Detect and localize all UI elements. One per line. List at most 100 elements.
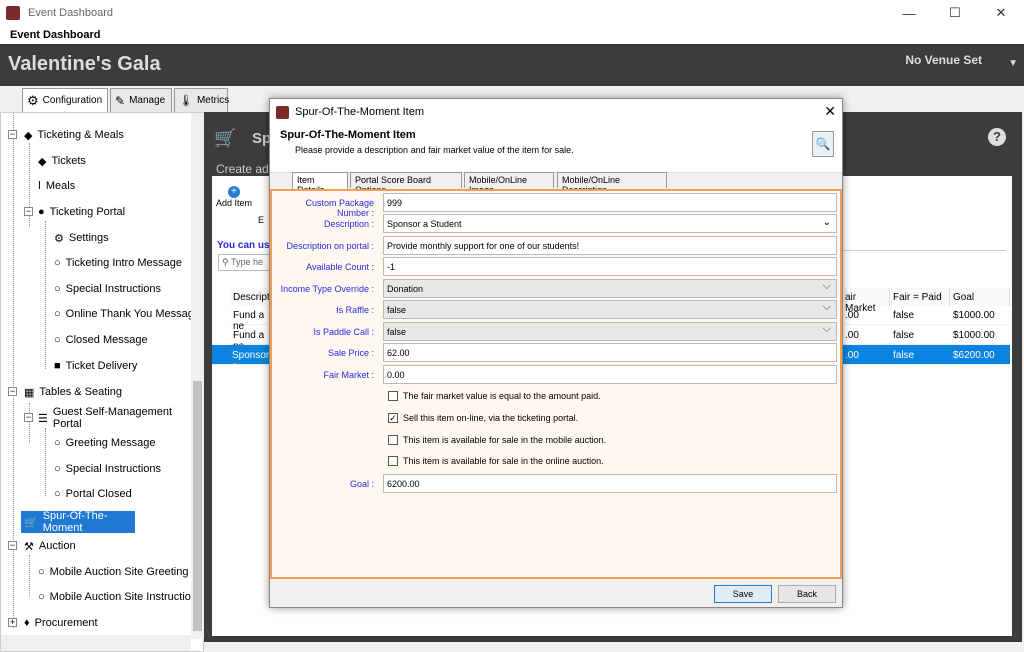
expand-auction[interactable]: − bbox=[8, 541, 17, 550]
goal-field[interactable]: 6200.00 bbox=[383, 474, 837, 493]
mobile-auction-checkbox[interactable]: This item is available for sale in the m… bbox=[388, 435, 606, 445]
venue-selector[interactable]: No Venue Set bbox=[905, 53, 982, 67]
back-button[interactable]: Back bbox=[778, 585, 836, 603]
maximize-button[interactable]: ☐ bbox=[932, 0, 978, 26]
fair-market-equal-checkbox[interactable]: The fair market value is equal to the am… bbox=[388, 391, 601, 401]
description-field[interactable]: Sponsor a Student ⌄ bbox=[383, 214, 837, 233]
tree-item-selected[interactable]: 🛒 Spur-Of-The-Moment bbox=[21, 510, 135, 534]
plus-icon: + bbox=[228, 186, 240, 198]
is-raffle-select[interactable]: false bbox=[383, 300, 837, 319]
venue-caret-icon[interactable]: ▼ bbox=[1008, 58, 1018, 69]
tree-item[interactable]: ○ Greeting Message bbox=[51, 434, 159, 452]
expand-guest-portal[interactable]: − bbox=[24, 413, 33, 422]
chevron-down-icon: ⌄ bbox=[822, 217, 831, 228]
income-type-select[interactable]: Donation bbox=[383, 279, 837, 298]
sale-price-field[interactable]: 62.00 bbox=[383, 343, 837, 362]
tree-item[interactable]: ♦ Procurement bbox=[21, 614, 101, 632]
tag-icon: ◆ bbox=[24, 129, 33, 142]
tab-metrics[interactable]: 🌡 Metrics bbox=[174, 88, 229, 112]
grid-cell: Fund a ne bbox=[230, 305, 270, 332]
main-subtitle: Create add bbox=[216, 162, 276, 176]
tree-item[interactable]: ○ Ticketing Intro Message bbox=[51, 254, 185, 272]
fair-market-field[interactable]: 0.00 bbox=[383, 365, 837, 384]
checkmark-icon[interactable]: ✓ bbox=[388, 413, 398, 423]
sidebar-horizontal-scrollbar[interactable] bbox=[1, 635, 191, 651]
tree-item[interactable]: ◆ Ticketing & Meals bbox=[21, 126, 127, 144]
tree-item[interactable]: ■ Ticket Delivery bbox=[51, 357, 140, 375]
tab-mobile-description[interactable]: Mobile/OnLine Description bbox=[557, 172, 667, 195]
tree-item-label: Closed Message bbox=[65, 334, 148, 346]
tree-item[interactable]: ● Ticketing Portal bbox=[35, 203, 128, 221]
event-header: Valentine's Gala No Venue Set ▼ bbox=[0, 44, 1024, 86]
expand-ticketing[interactable]: − bbox=[8, 130, 17, 139]
cart-plus-icon: 🛒 bbox=[214, 128, 237, 148]
gears-icon: ⚙ bbox=[27, 92, 39, 108]
item-details-form: Custom Package Number : 999 Description … bbox=[270, 189, 842, 579]
description-portal-field[interactable]: Provide monthly support for one of our s… bbox=[383, 236, 837, 255]
custom-package-label: Custom Package Number : bbox=[305, 198, 374, 218]
fair-market-label: Fair Market : bbox=[323, 370, 374, 380]
expand-procurement[interactable]: + bbox=[8, 618, 17, 627]
tab-item-details[interactable]: Item Details bbox=[292, 172, 348, 195]
grid-cell: $1000.00 bbox=[950, 325, 1010, 345]
tree-item[interactable]: ○ Mobile Auction Site Greeting bbox=[35, 563, 191, 581]
sidebar-scroll-thumb[interactable] bbox=[193, 381, 202, 631]
tab-portal-score-board[interactable]: Portal Score Board Options bbox=[350, 172, 462, 195]
tab-configuration[interactable]: ⚙ Configuration bbox=[22, 88, 108, 112]
tree-item[interactable]: ⚒ Auction bbox=[21, 537, 79, 555]
window-title: Event Dashboard bbox=[28, 7, 113, 19]
tree-item-label: Spur-Of-The-Moment bbox=[42, 510, 108, 534]
tree-item-label: Procurement bbox=[34, 617, 98, 629]
tree-item-label: Mobile Auction Site Instruction bbox=[49, 591, 198, 603]
checkbox-box[interactable] bbox=[388, 391, 398, 401]
tree-item-label: Ticketing & Meals bbox=[37, 129, 124, 141]
help-icon[interactable]: ? bbox=[988, 128, 1006, 146]
tab-mobile-image[interactable]: Mobile/OnLine Image bbox=[464, 172, 554, 195]
grid-header[interactable]: air Market bbox=[842, 288, 890, 314]
custom-package-field[interactable]: 999 bbox=[383, 193, 837, 212]
save-button[interactable]: Save bbox=[714, 585, 772, 603]
grid-header[interactable]: Goal bbox=[950, 288, 1010, 306]
speech-bubble-icon: ○ bbox=[38, 591, 45, 603]
tree-item-label: Greeting Message bbox=[65, 437, 156, 449]
grid-header[interactable]: Fair = Paid bbox=[890, 288, 950, 306]
goal-label: Goal : bbox=[349, 479, 374, 489]
online-auction-checkbox[interactable]: This item is available for sale in the o… bbox=[388, 456, 604, 466]
dialog-title: Spur-Of-The-Moment Item bbox=[295, 106, 424, 118]
tree-item[interactable]: ○ Special Instructions bbox=[51, 460, 164, 478]
checkbox-box[interactable] bbox=[388, 435, 398, 445]
sell-online-checkbox[interactable]: ✓ Sell this item on-line, via the ticketi… bbox=[388, 413, 578, 423]
tree-item-label: Guest Self-Management Portal bbox=[52, 406, 173, 430]
menu-event-dashboard[interactable]: Event Dashboard bbox=[10, 29, 100, 41]
tree-item[interactable]: ☰ Guest Self-Management Portal bbox=[35, 406, 203, 430]
tree-item[interactable]: ○ Online Thank You Message bbox=[51, 305, 203, 323]
dialog-close-icon[interactable]: ✕ bbox=[824, 103, 836, 120]
is-paddle-call-select[interactable]: false bbox=[383, 322, 837, 341]
tree-item-label: Ticketing Intro Message bbox=[65, 257, 183, 269]
table-icon: ▦ bbox=[24, 386, 35, 399]
edit-partial[interactable]: E bbox=[258, 215, 264, 225]
available-count-field[interactable]: -1 bbox=[383, 257, 837, 276]
tree-item[interactable]: ▦ Tables & Seating bbox=[21, 383, 125, 401]
tree-item[interactable]: ○ Mobile Auction Site Instruction bbox=[35, 588, 200, 606]
checkbox-box[interactable] bbox=[388, 456, 398, 466]
minimize-button[interactable]: — bbox=[886, 0, 932, 26]
tree-item[interactable]: ○ Special Instructions bbox=[51, 280, 164, 298]
speech-bubble-icon: ○ bbox=[54, 283, 61, 295]
is-paddle-call-value: false bbox=[387, 327, 407, 337]
app-icon bbox=[6, 6, 20, 20]
grid-header[interactable]: Descripti bbox=[230, 288, 272, 306]
close-window-button[interactable]: ✕ bbox=[978, 0, 1024, 26]
tree-item[interactable]: ○ Closed Message bbox=[51, 331, 151, 349]
tab-manage[interactable]: ✎ Manage bbox=[110, 88, 172, 112]
expand-tables[interactable]: − bbox=[8, 387, 17, 396]
tree-item[interactable]: ⚙ Settings bbox=[51, 229, 112, 247]
expand-ticketing-portal[interactable]: − bbox=[24, 207, 33, 216]
tree-item[interactable]: ○ Portal Closed bbox=[51, 485, 135, 503]
tab-manage-label: Manage bbox=[129, 95, 166, 106]
tree-item[interactable]: ǀ Meals bbox=[35, 177, 78, 195]
add-item-button[interactable]: + Add Item bbox=[214, 186, 254, 208]
dialog-subheading: Please provide a description and fair ma… bbox=[295, 145, 574, 155]
tree-item[interactable]: ◆ Tickets bbox=[35, 152, 89, 170]
grid-cell: .00 bbox=[842, 345, 890, 365]
